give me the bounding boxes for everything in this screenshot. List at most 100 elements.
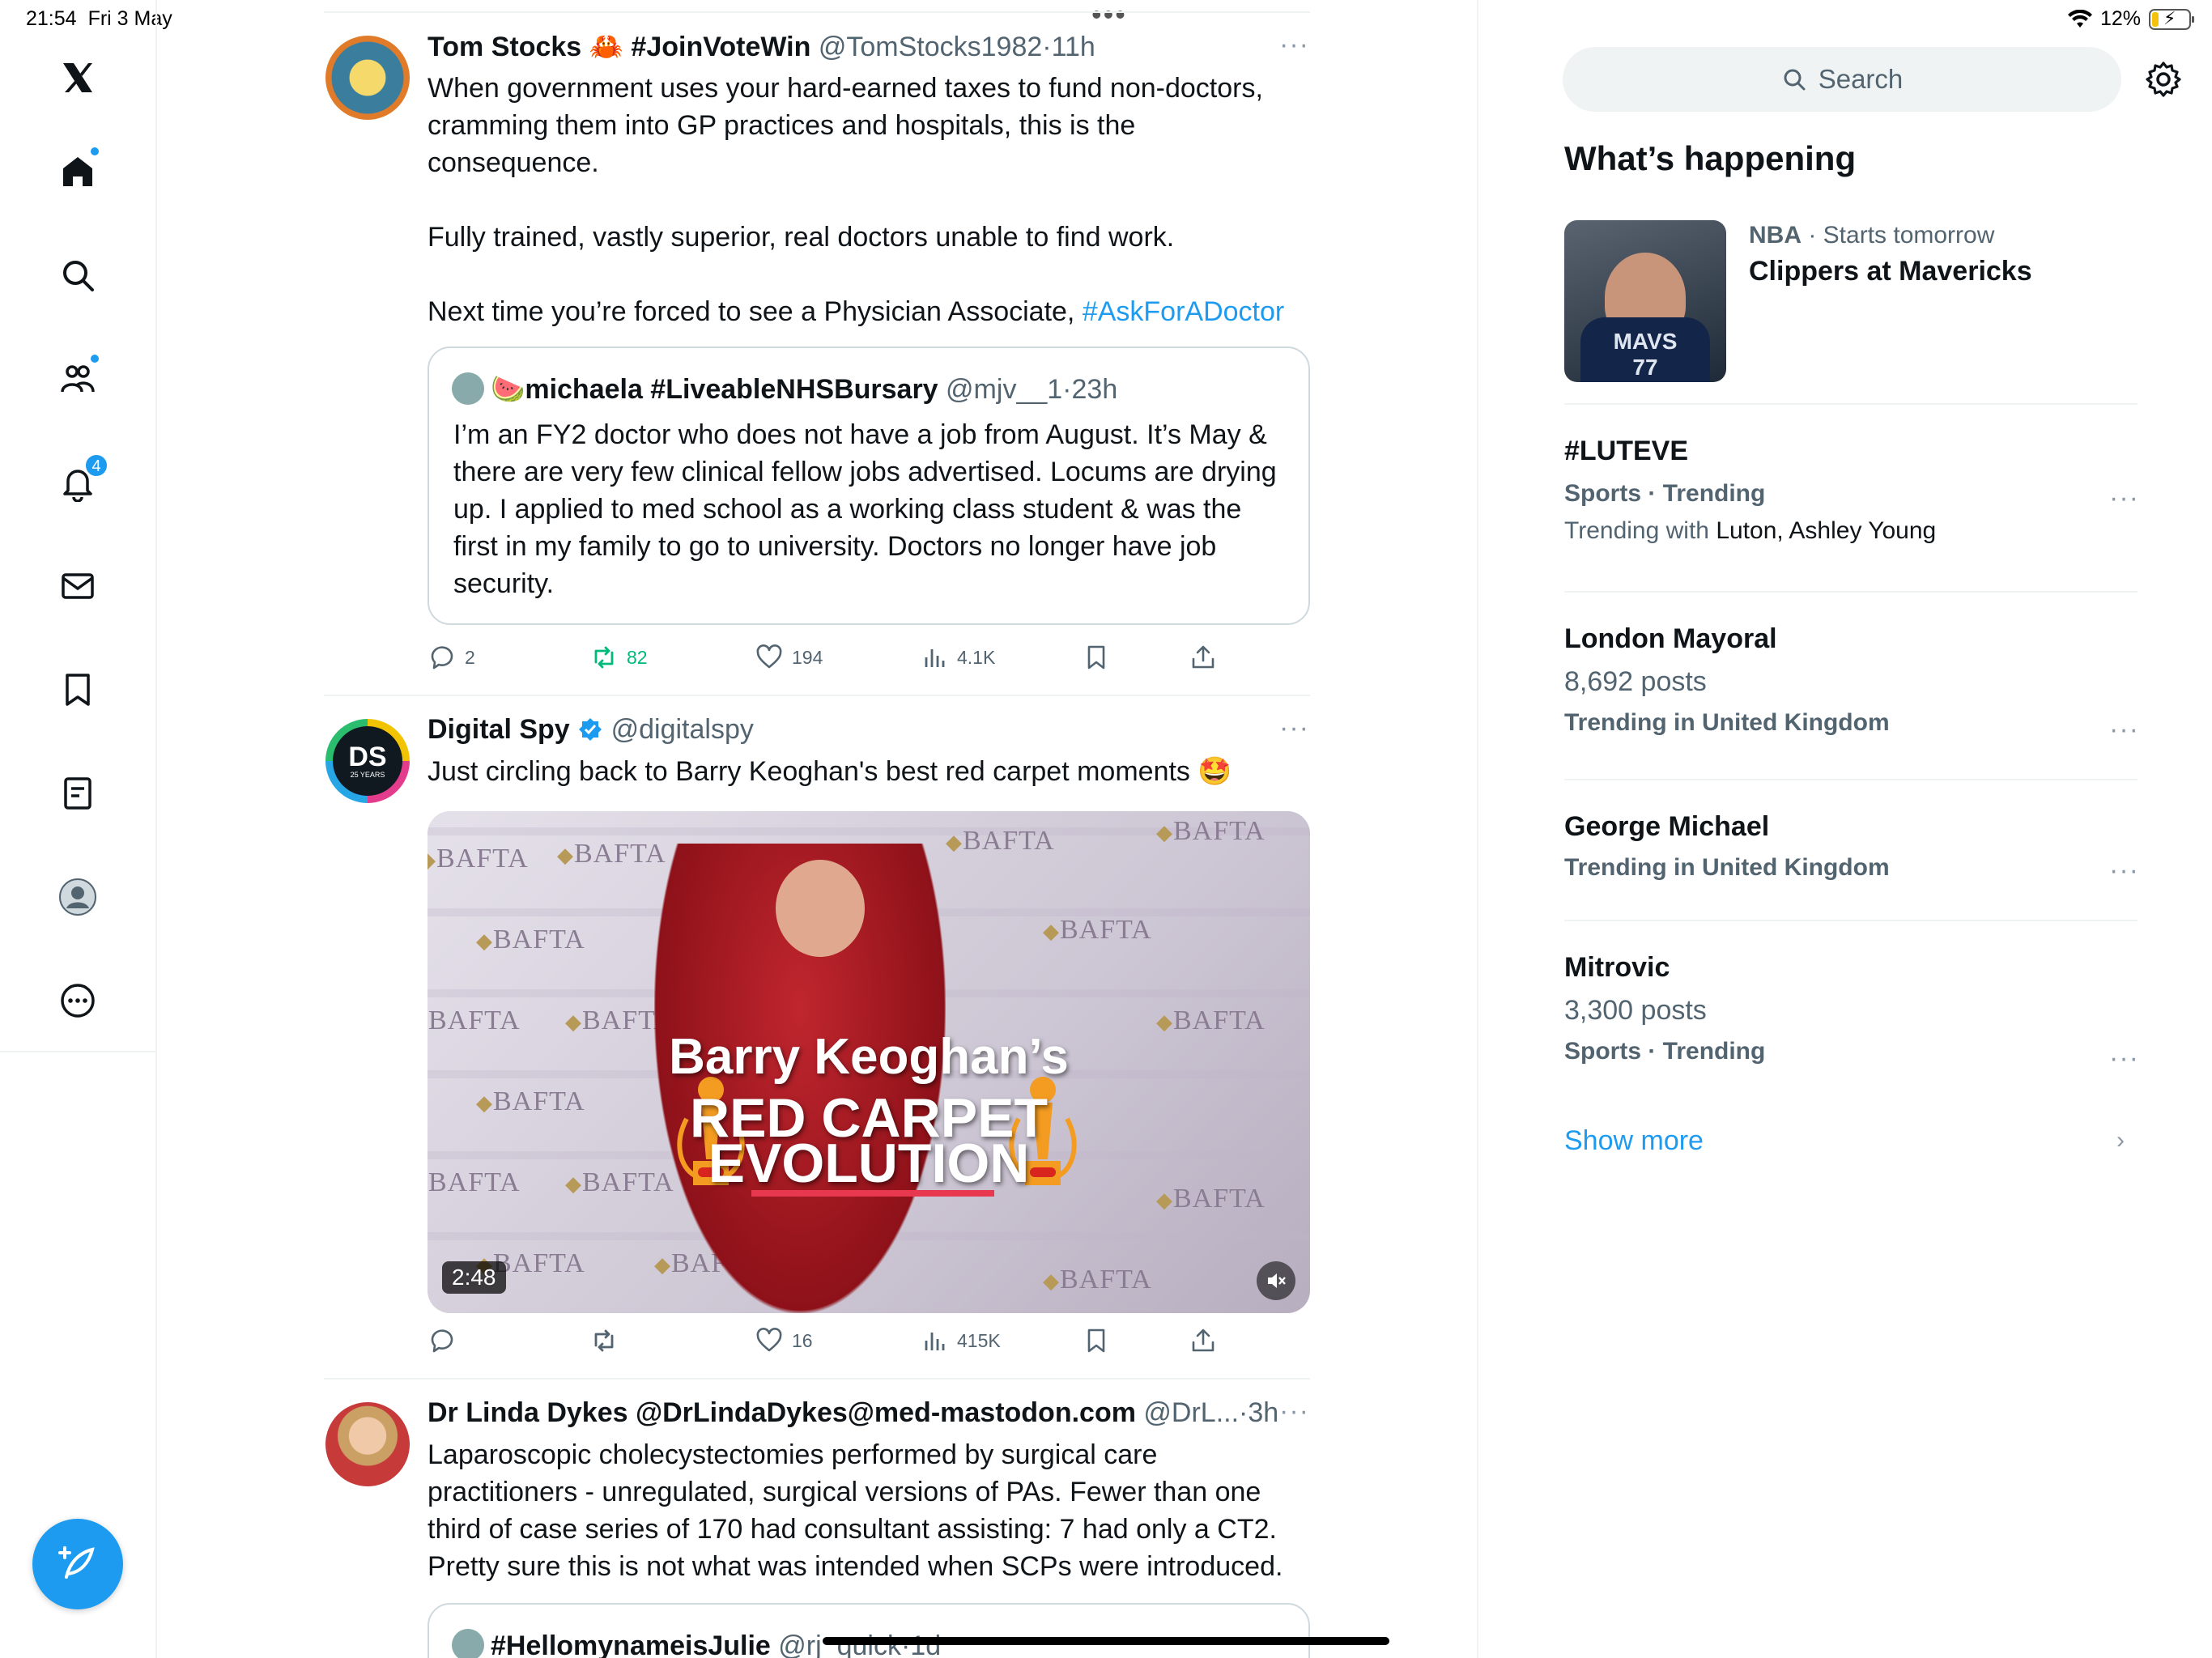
like-count: 16 bbox=[792, 1329, 813, 1351]
notifications-bell-icon[interactable]: 4 bbox=[49, 453, 108, 512]
avatar[interactable] bbox=[325, 36, 410, 120]
chevron-right-icon[interactable]: › bbox=[2116, 1127, 2125, 1154]
mute-toggle[interactable] bbox=[1257, 1261, 1295, 1300]
author-handle[interactable]: @digitalspy bbox=[611, 714, 754, 745]
show-more-link[interactable]: Show more bbox=[1564, 1125, 1704, 1157]
author-name[interactable]: Digital Spy bbox=[428, 714, 570, 745]
repost-count: 82 bbox=[627, 646, 648, 668]
post-actions: 2 82 194 4.1K bbox=[428, 643, 1310, 682]
lists-icon[interactable] bbox=[49, 764, 107, 823]
settings-gear-icon[interactable] bbox=[2144, 60, 2183, 99]
communities-icon[interactable] bbox=[49, 350, 107, 408]
event-image[interactable]: MAVS 77 bbox=[1564, 220, 1726, 382]
post-paragraph: Next time you’re forced to see a Physici… bbox=[428, 296, 1083, 327]
post-more-icon[interactable]: ··· bbox=[1279, 1396, 1309, 1427]
bookmark-button[interactable] bbox=[1082, 643, 1111, 672]
messages-envelope-icon[interactable] bbox=[49, 557, 107, 615]
trend-item[interactable]: #LUTEVE Sports · Trending Trending with … bbox=[1564, 436, 2139, 545]
post-paragraph: When government uses your hard-earned ta… bbox=[428, 73, 1263, 178]
quoted-post[interactable]: #HellomynameisJulie @rj_quick·1d bbox=[428, 1603, 1310, 1658]
post-header: Digital Spy @digitalspy bbox=[428, 714, 754, 746]
trends-divider bbox=[1564, 920, 2138, 921]
author-handle[interactable]: @TomStocks1982 bbox=[819, 32, 1042, 62]
author-name[interactable]: Tom Stocks 🦀 #JoinVoteWin bbox=[428, 32, 810, 62]
post-header: Tom Stocks 🦀 #JoinVoteWin @TomStocks1982… bbox=[428, 32, 1095, 62]
video-player[interactable]: BAFTA BAFTA BAFTA BAFTA BAFTA BAFTA BAFT… bbox=[428, 811, 1310, 1313]
event-when: Starts tomorrow bbox=[1823, 222, 1995, 249]
post-more-icon[interactable]: ··· bbox=[1279, 712, 1309, 744]
backdrop-logo: BAFTA bbox=[428, 844, 529, 874]
bookmark-icon bbox=[1087, 1329, 1105, 1353]
notifications-badge: 4 bbox=[84, 453, 108, 478]
feed-divider bbox=[324, 695, 1310, 696]
like-button[interactable]: 16 bbox=[755, 1326, 813, 1355]
quoted-avatar bbox=[452, 372, 484, 405]
speaker-muted-icon bbox=[1268, 1273, 1286, 1288]
views-chart-icon bbox=[925, 649, 945, 667]
author-name[interactable]: Dr Linda Dykes @DrLindaDykes@med-mastodo… bbox=[428, 1397, 1136, 1428]
post-time[interactable]: 3h bbox=[1248, 1397, 1278, 1428]
trend-item[interactable]: George Michael Trending in United Kingdo… bbox=[1564, 811, 2139, 886]
repost-icon bbox=[594, 646, 614, 669]
backdrop-logo: BAFTA bbox=[1043, 1265, 1152, 1295]
quoted-post-header: 🍉michaela #LiveableNHSBursary @mjv__1·23… bbox=[452, 372, 1117, 406]
heart-icon bbox=[756, 1328, 782, 1352]
bookmark-button[interactable] bbox=[1082, 1326, 1111, 1355]
trend-item[interactable]: London Mayoral 8,692 posts Trending in U… bbox=[1564, 623, 2139, 745]
video-title-line: EVOLUTION bbox=[708, 1133, 1030, 1194]
reply-button[interactable]: 2 bbox=[428, 643, 475, 672]
quoted-author-name: #HellomynameisJulie bbox=[491, 1630, 771, 1658]
trend-more-icon[interactable]: ··· bbox=[2109, 714, 2139, 746]
trend-post-count: 8,692 posts bbox=[1564, 666, 1707, 697]
trend-meta: Trending in United Kingdom bbox=[1564, 709, 1890, 736]
trend-more-icon[interactable]: ··· bbox=[2109, 855, 2139, 886]
home-icon[interactable] bbox=[49, 142, 107, 201]
post-actions: 16 415K bbox=[428, 1326, 1310, 1365]
views-button[interactable]: 415K bbox=[920, 1326, 1001, 1355]
hashtag-link[interactable]: #AskForADoctor bbox=[1083, 296, 1284, 327]
heart-icon bbox=[756, 644, 782, 669]
views-button[interactable]: 4.1K bbox=[920, 643, 995, 672]
compose-post-button[interactable] bbox=[32, 1519, 123, 1609]
post-more-icon[interactable]: ··· bbox=[1279, 29, 1309, 61]
trends-divider bbox=[1564, 591, 2138, 593]
trend-name: George Michael bbox=[1564, 811, 1770, 842]
x-logo-icon[interactable] bbox=[49, 49, 107, 107]
post-time[interactable]: 11h bbox=[1052, 32, 1095, 62]
quoted-post-time: 23h bbox=[1071, 374, 1118, 405]
trend-meta: Trending in United Kingdom bbox=[1564, 854, 1890, 881]
repost-button[interactable]: 82 bbox=[589, 643, 648, 672]
share-button[interactable] bbox=[1189, 643, 1218, 672]
quoted-post[interactable]: 🍉michaela #LiveableNHSBursary @mjv__1·23… bbox=[428, 346, 1310, 625]
like-button[interactable]: 194 bbox=[755, 643, 823, 672]
avatar[interactable] bbox=[325, 1402, 410, 1486]
trend-name: London Mayoral bbox=[1564, 623, 1777, 654]
multitasking-dots-icon[interactable]: ••• bbox=[1091, 0, 1127, 29]
trend-more-icon[interactable]: ··· bbox=[2109, 1043, 2139, 1074]
share-button[interactable] bbox=[1189, 1326, 1218, 1355]
search-icon[interactable] bbox=[49, 246, 107, 304]
more-options-icon[interactable] bbox=[49, 971, 107, 1030]
profile-avatar-icon[interactable] bbox=[49, 868, 107, 926]
feed-divider bbox=[324, 1378, 1310, 1380]
search-box[interactable]: Search bbox=[1563, 47, 2121, 112]
bookmarks-icon[interactable] bbox=[49, 661, 107, 719]
repost-icon bbox=[594, 1329, 614, 1352]
author-handle[interactable]: @DrL... bbox=[1143, 1397, 1239, 1428]
title-underline bbox=[751, 1190, 994, 1197]
avatar[interactable]: DS 25 YEARS bbox=[325, 719, 410, 803]
trend-more-icon[interactable]: ··· bbox=[2109, 483, 2139, 514]
search-placeholder: Search bbox=[1818, 64, 1904, 94]
event-item[interactable]: NBA · Starts tomorrow Clippers at Maveri… bbox=[1749, 222, 2138, 287]
reply-button[interactable] bbox=[428, 1326, 465, 1355]
quoted-avatar bbox=[452, 1629, 484, 1658]
feed-right-border bbox=[1477, 0, 1478, 1658]
video-duration: 2:48 bbox=[442, 1261, 506, 1294]
home-indicator[interactable] bbox=[823, 1637, 1389, 1645]
event-jersey: MAVS 77 bbox=[1580, 317, 1710, 382]
video-subject-head bbox=[776, 860, 865, 957]
post-header: Dr Linda Dykes @DrLindaDykes@med-mastodo… bbox=[428, 1397, 1279, 1428]
battery-icon: ⚡ bbox=[2149, 8, 2194, 30]
trend-item[interactable]: Mitrovic 3,300 posts Sports · Trending ·… bbox=[1564, 952, 2139, 1073]
repost-button[interactable] bbox=[589, 1326, 627, 1355]
